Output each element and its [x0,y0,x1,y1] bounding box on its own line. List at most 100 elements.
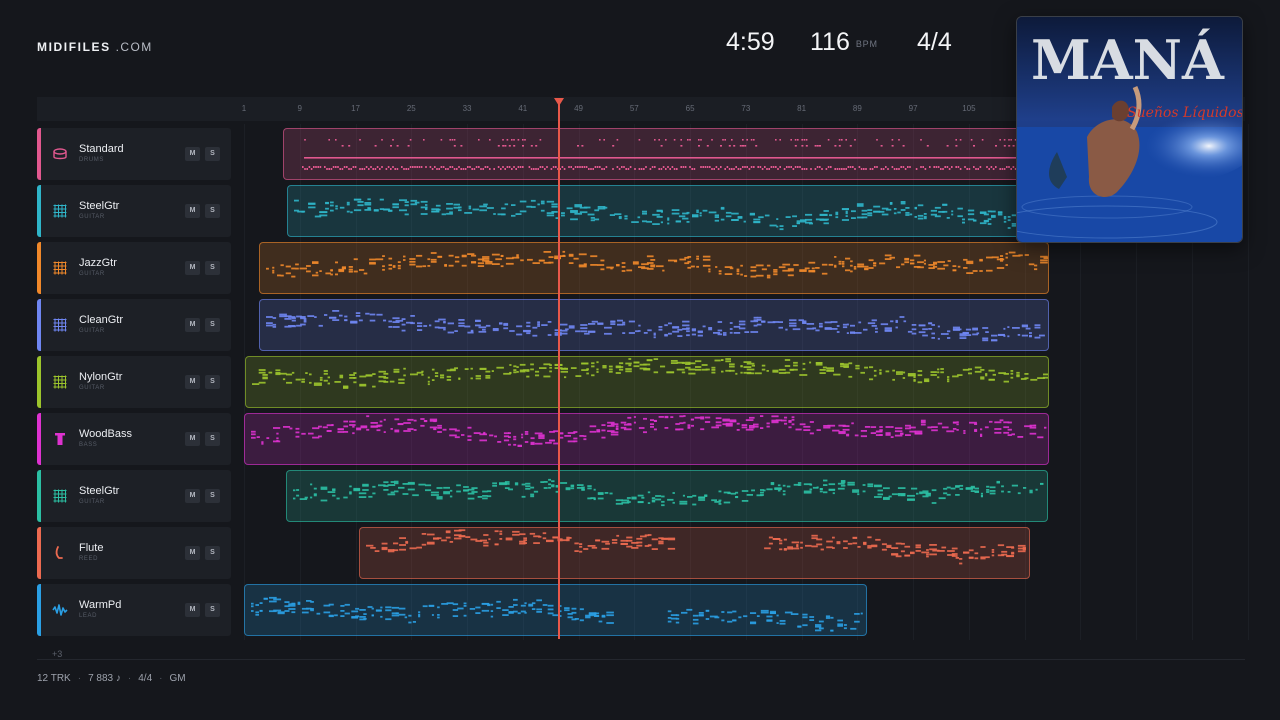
solo-button[interactable]: S [205,261,220,275]
midi-clip[interactable] [259,299,1049,351]
mute-button[interactable]: M [185,432,200,446]
status-footer: 12 TRK · 7 883 ♪ · 4/4 · GM [37,673,186,684]
track-name: WoodBass [79,428,132,440]
ruler-tick: 89 [852,104,862,113]
clip-notes [251,596,863,632]
track-header[interactable]: JazzGtr GUITAR M S [37,242,231,294]
solo-button[interactable]: S [205,204,220,218]
track-type: GUITAR [79,214,105,220]
clip-notes [252,358,1048,389]
track-header[interactable]: SteelGtr GUITAR M S [37,470,231,522]
track-count: 12 TRK [37,673,71,684]
track-color-stripe [37,128,41,180]
guitar-grid-icon [52,260,68,276]
solo-button[interactable]: S [205,603,220,617]
solo-button[interactable]: S [205,432,220,446]
midi-clip[interactable] [359,527,1030,579]
track-header[interactable]: WarmPd LEAD M S [37,584,231,636]
clip-notes [366,529,1026,565]
guitar-grid-icon [52,488,68,504]
track-type: GUITAR [79,328,105,334]
track-header[interactable]: Standard DRUMS M S [37,128,231,180]
album-artist: MANÁ [1031,28,1225,92]
mute-button[interactable]: M [185,546,200,560]
footer-signature: 4/4 [138,673,153,684]
track-header[interactable]: Flute REED M S [37,527,231,579]
ruler-tick: 65 [685,104,695,113]
ruler-tick: 33 [462,104,472,113]
solo-button[interactable]: S [205,489,220,503]
track-name: SteelGtr [79,200,120,212]
mute-button[interactable]: M [185,204,200,218]
track-name: NylonGtr [79,371,123,383]
track-color-stripe [37,584,41,636]
midi-clip[interactable] [287,185,1039,237]
track-header[interactable]: WoodBass BASS M S [37,413,231,465]
mute-button[interactable]: M [185,375,200,389]
mute-button[interactable]: M [185,261,200,275]
ruler-tick: 57 [629,104,639,113]
track-color-stripe [37,356,41,408]
midi-clip[interactable] [244,584,867,636]
solo-button[interactable]: S [205,375,220,389]
bass-icon [52,431,68,447]
mute-button[interactable]: M [185,318,200,332]
track-name: JazzGtr [79,257,117,269]
ruler-tick: 73 [741,104,751,113]
album-art: MANÁ Sueños Líquidos [1017,17,1243,242]
track-name: Flute [79,542,104,554]
clip-notes [266,250,1048,279]
midi-clip[interactable] [259,242,1049,294]
time-signature: 4/4 [917,28,952,56]
solo-button[interactable]: S [205,318,220,332]
midi-standard: GM [169,673,186,684]
mute-button[interactable]: M [185,603,200,617]
track-type: LEAD [79,613,98,619]
guitar-grid-icon [52,203,68,219]
track-color-stripe [37,242,41,294]
playhead-handle[interactable] [554,98,564,106]
solo-button[interactable]: S [205,147,220,161]
song-duration: 4:59 [726,28,775,56]
clip-notes [294,198,1036,231]
tempo-display: 116 BPM [810,28,878,57]
mute-button[interactable]: M [185,489,200,503]
ruler-tick: 9 [297,104,302,113]
more-tracks-indicator[interactable]: +3 [52,649,62,659]
guitar-grid-icon [52,317,68,333]
track-type: GUITAR [79,499,105,505]
drum-icon [52,146,68,162]
playhead[interactable] [554,98,564,639]
note-count: 7 883 ♪ [88,673,121,684]
track-color-stripe [37,527,41,579]
track-header[interactable]: CleanGtr GUITAR M S [37,299,231,351]
clip-notes [293,478,1044,507]
track-color-stripe [37,185,41,237]
ruler-tick: 49 [574,104,583,113]
track-header[interactable]: SteelGtr GUITAR M S [37,185,231,237]
track-color-stripe [37,413,41,465]
tempo-unit: BPM [855,39,878,49]
track-name: CleanGtr [79,314,124,326]
midi-clip[interactable] [245,356,1049,408]
track-header[interactable]: NylonGtr GUITAR M S [37,356,231,408]
clip-notes [251,415,1047,447]
ruler-tick: 17 [351,104,360,113]
track-name: WarmPd [79,599,122,611]
footer-divider [37,659,1245,660]
mute-button[interactable]: M [185,147,200,161]
midi-clip[interactable] [283,128,1039,180]
wave-icon [52,602,68,618]
track-type: GUITAR [79,271,105,277]
track-name: SteelGtr [79,485,120,497]
ruler-tick: 97 [908,104,918,113]
midi-clip[interactable] [286,470,1048,522]
ruler-tick: 25 [406,104,416,113]
track-type: REED [79,556,99,562]
clip-notes [302,139,1030,170]
track-color-stripe [37,299,41,351]
midi-clip[interactable] [244,413,1049,465]
solo-button[interactable]: S [205,546,220,560]
album-title: Sueños Líquidos [1127,105,1243,121]
track-color-stripe [37,470,41,522]
